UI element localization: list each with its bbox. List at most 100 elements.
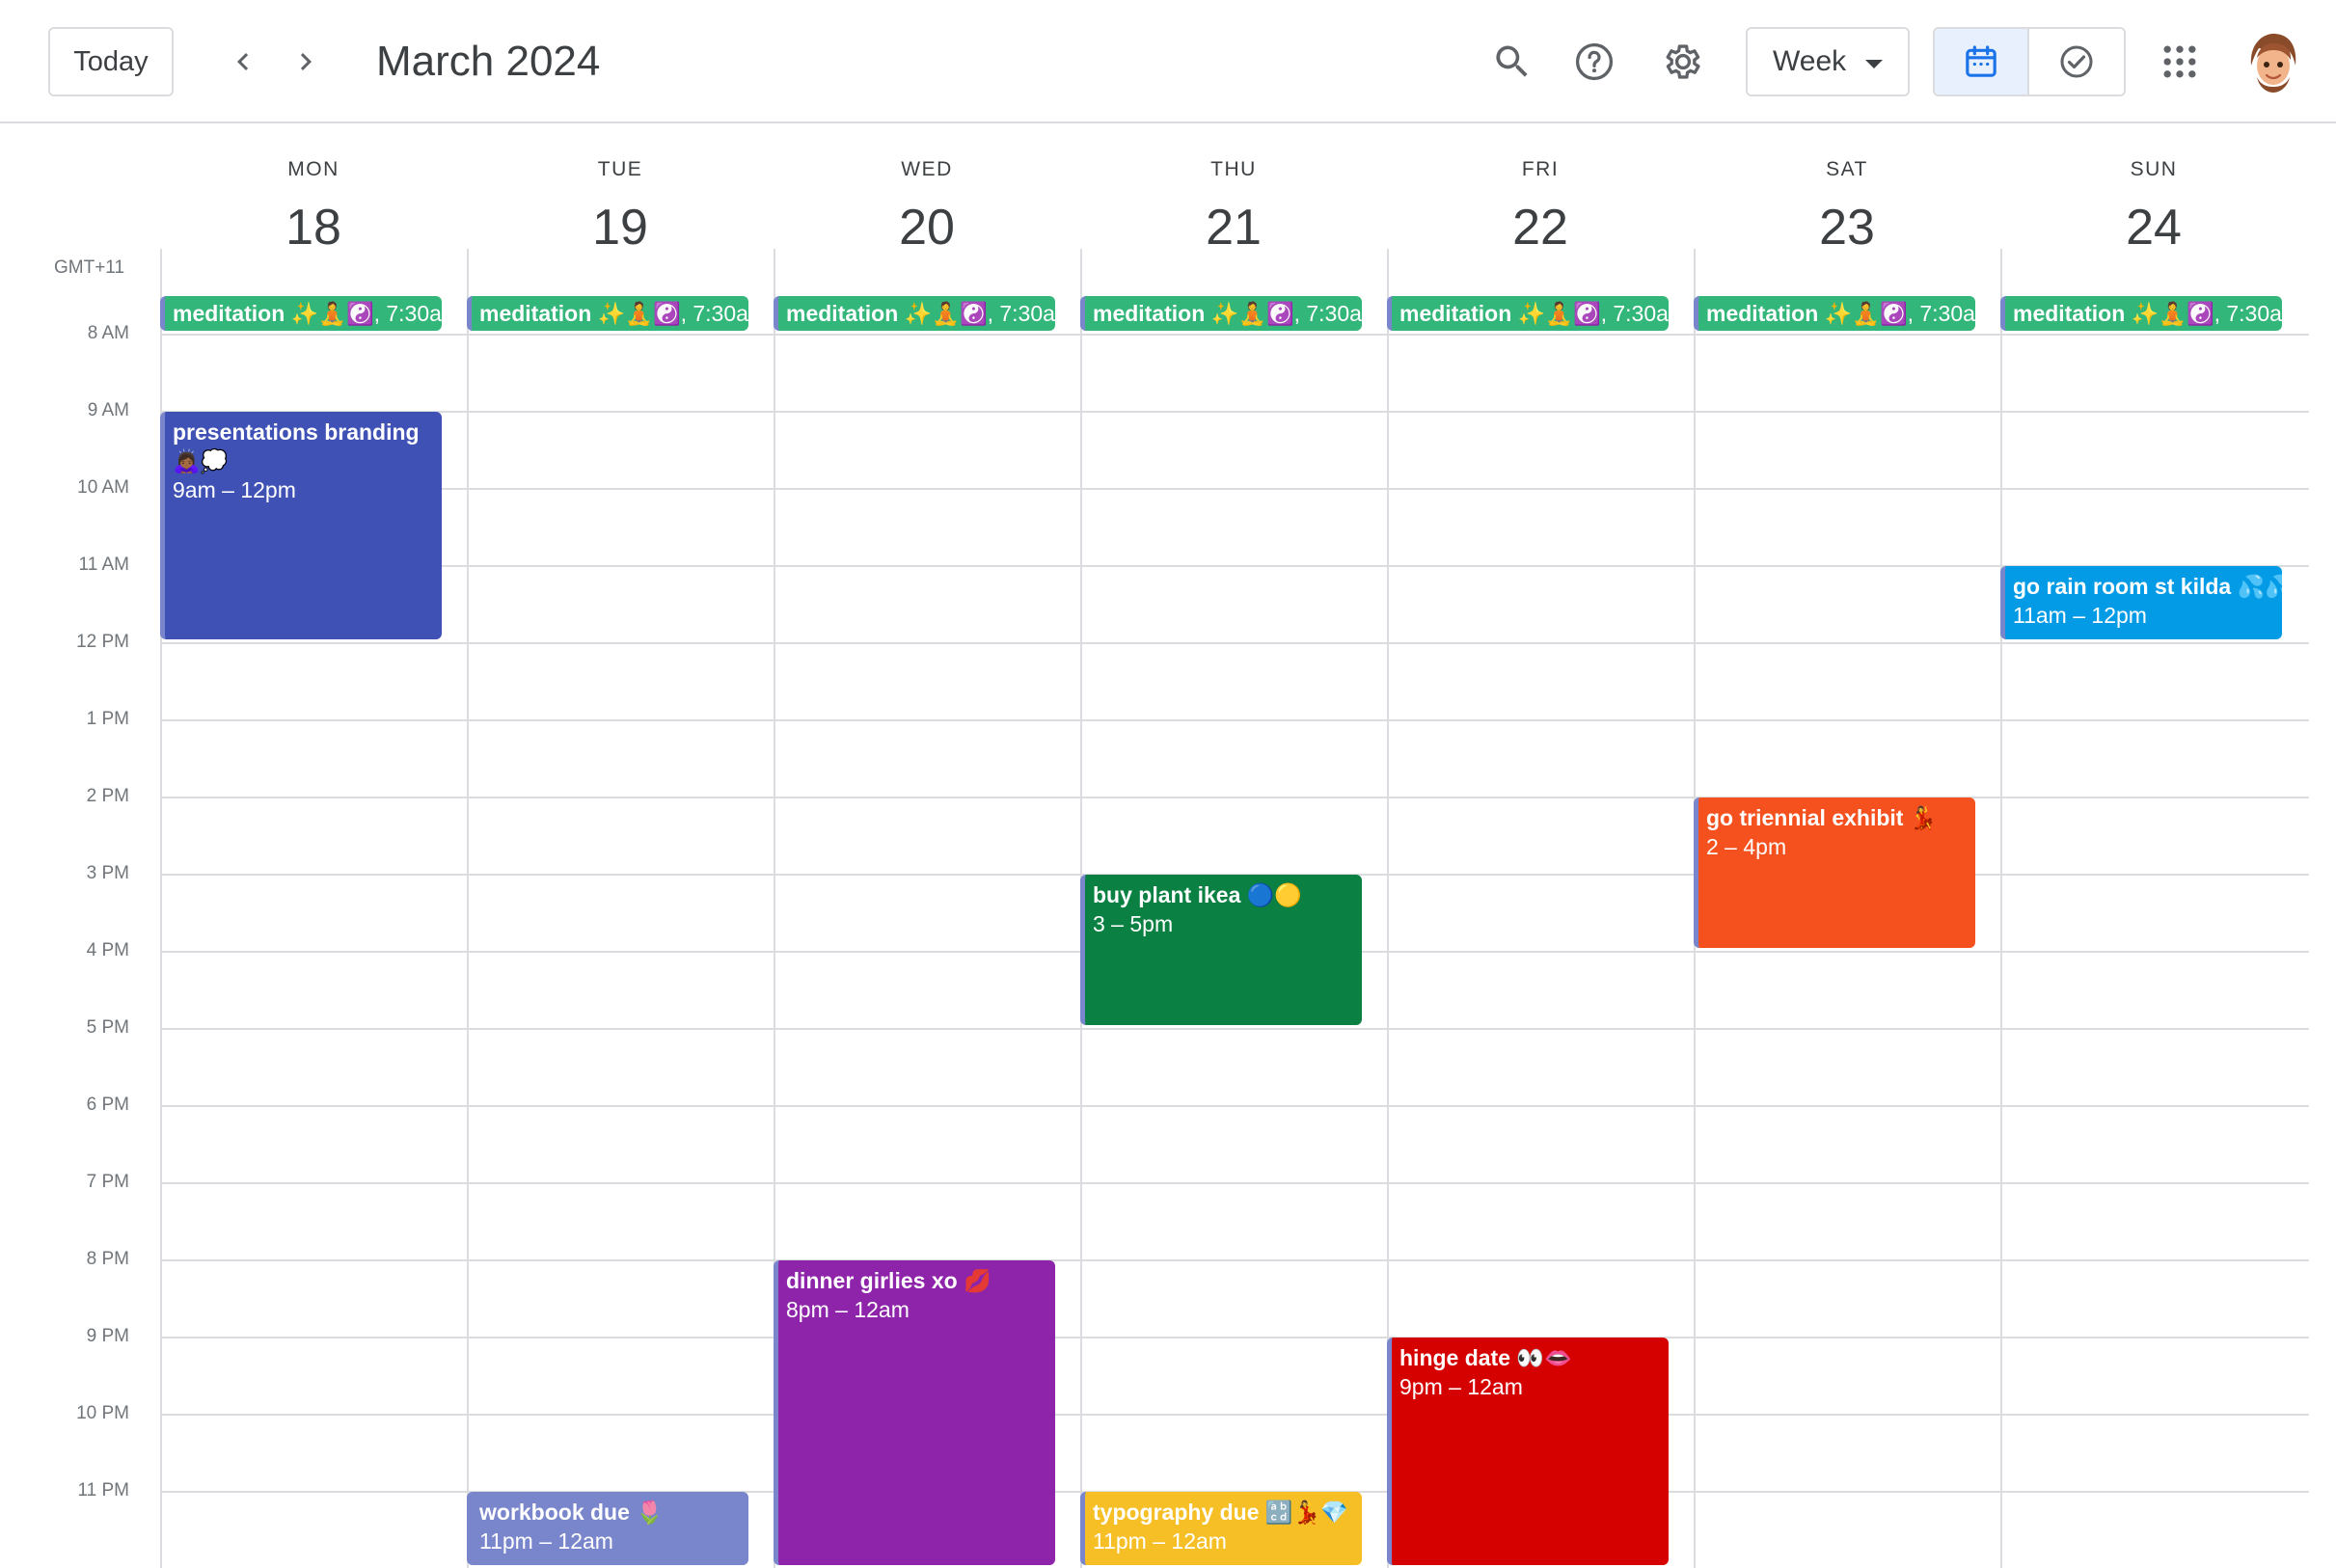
day-header-sun[interactable]: SUN 24 [2000,123,2307,287]
avatar[interactable] [2241,29,2305,93]
day-name: SAT [1826,158,1868,180]
hour-gridline [160,1337,2309,1338]
day-header-fri[interactable]: FRI 22 [1387,123,1694,287]
event-time: , 7:30am [1907,301,1975,326]
meditation-event-sat[interactable]: meditation ✨🧘☯️, 7:30am [1694,296,1975,331]
day-number[interactable]: 19 [467,199,774,257]
day-name: TUE [597,158,643,180]
event-title: meditation ✨🧘☯️ [1706,301,1908,326]
event-time: , 7:30am [1600,301,1669,326]
event-time: 9pm – 12am [1399,1374,1523,1399]
day-gridline [2000,249,2002,1568]
event-hinge-date[interactable]: hinge date 👀👄 9pm – 12am [1387,1338,1669,1565]
previous-week-button[interactable] [216,35,270,89]
event-title: hinge date 👀👄 [1399,1345,1572,1370]
event-time: 11pm – 12am [479,1528,613,1554]
day-number[interactable]: 18 [160,199,467,257]
avatar-image [2241,29,2305,93]
day-number[interactable]: 21 [1080,199,1387,257]
hour-label: 1 PM [86,709,129,729]
event-title: typography due 🔡💃💎 [1093,1500,1348,1525]
next-week-button[interactable] [279,35,333,89]
calendar-view-toggle[interactable] [1935,29,2030,95]
day-number[interactable]: 20 [774,199,1080,257]
event-rain-room[interactable]: go rain room st kilda 💦💦 11am – 12pm [2000,566,2282,639]
event-buy-plant-ikea[interactable]: buy plant ikea 🔵🟡 3 – 5pm [1080,875,1362,1025]
event-title: meditation ✨🧘☯️ [2013,301,2214,326]
event-title: go triennial exhibit 💃 [1706,805,1938,830]
day-number[interactable]: 22 [1387,199,1694,257]
calendar-header: Today March 2024 Week [0,0,2336,123]
meditation-event-thu[interactable]: meditation ✨🧘☯️, 7:30am [1080,296,1362,331]
settings-button[interactable] [1648,27,1718,96]
hour-gridline [160,1414,2309,1416]
view-selector-label: Week [1773,45,1847,77]
caret-down-icon [1865,60,1883,68]
meditation-event-fri[interactable]: meditation ✨🧘☯️, 7:30am [1387,296,1669,331]
event-triennial-exhibit[interactable]: go triennial exhibit 💃 2 – 4pm [1694,798,1975,948]
hour-label: 10 AM [77,477,129,498]
event-presentations-branding[interactable]: presentations branding 🙇🏾‍♀️💭 9am – 12pm [160,412,442,639]
day-header-mon[interactable]: MON 18 [160,123,467,287]
day-header-wed[interactable]: WED 20 [774,123,1080,287]
day-gridline [467,249,469,1568]
hour-gridline [160,642,2309,644]
hour-label: 9 AM [87,400,129,420]
hour-gridline [160,1182,2309,1184]
day-name: THU [1210,158,1257,180]
search-icon [1496,45,1528,77]
event-title: workbook due 🌷 [479,1500,664,1525]
meditation-event-sun[interactable]: meditation ✨🧘☯️, 7:30am [2000,296,2282,331]
event-time: 8pm – 12am [786,1297,910,1322]
event-time: 9am – 12pm [173,477,296,502]
event-title: meditation ✨🧘☯️ [1093,301,1294,326]
calendar-icon [1966,45,1996,77]
day-header-sat[interactable]: SAT 23 [1694,123,2000,287]
day-number[interactable]: 23 [1694,199,2000,257]
hour-label: 6 PM [86,1095,129,1115]
event-dinner-girlies[interactable]: dinner girlies xo 💋 8pm – 12am [774,1260,1055,1565]
month-title: March 2024 [376,38,601,85]
hour-label: 8 PM [86,1249,129,1269]
today-button[interactable]: Today [48,27,174,96]
meditation-event-wed[interactable]: meditation ✨🧘☯️, 7:30am [774,296,1055,331]
check-circle-icon [2060,45,2093,78]
timezone-label: GMT+11 [54,257,125,278]
day-number[interactable]: 24 [2000,199,2307,257]
view-selector-dropdown[interactable]: Week [1746,27,1910,96]
chevron-right-icon [300,53,312,70]
event-time: , 7:30am [987,301,1055,326]
day-header-thu[interactable]: THU 21 [1080,123,1387,287]
search-button[interactable] [1478,27,1547,96]
event-time: 2 – 4pm [1706,834,1787,859]
event-title: meditation ✨🧘☯️ [1399,301,1601,326]
hour-label: 9 PM [86,1326,129,1346]
hour-label: 12 PM [76,632,129,652]
help-button[interactable] [1560,27,1629,96]
event-typography-due[interactable]: typography due 🔡💃💎 11pm – 12am [1080,1492,1362,1565]
hour-gridline [160,1028,2309,1030]
event-time: , 7:30am [373,301,442,326]
apps-button[interactable] [2145,27,2214,96]
meditation-event-tue[interactable]: meditation ✨🧘☯️, 7:30am [467,296,748,331]
event-time: 11am – 12pm [2013,603,2147,628]
hour-label: 2 PM [86,786,129,806]
hour-label: 7 PM [86,1172,129,1192]
hour-label: 10 PM [76,1403,129,1423]
hour-label: 11 AM [78,554,129,575]
day-name: SUN [2130,158,2178,180]
hour-gridline [160,334,2309,336]
help-circle-icon [1575,42,1614,81]
week-grid[interactable]: meditation ✨🧘☯️, 7:30am meditation ✨🧘☯️,… [160,249,2309,1568]
day-header-tue[interactable]: TUE 19 [467,123,774,287]
hour-gridline [160,797,2309,798]
event-title: buy plant ikea 🔵🟡 [1093,882,1303,907]
tasks-view-toggle[interactable] [2029,29,2124,95]
event-time: , 7:30am [680,301,748,326]
day-name: FRI [1521,158,1560,180]
hour-label: 4 PM [86,940,129,960]
event-workbook-due[interactable]: workbook due 🌷 11pm – 12am [467,1492,748,1565]
hour-label: 8 AM [87,323,129,343]
meditation-event-mon[interactable]: meditation ✨🧘☯️, 7:30am [160,296,442,331]
event-time: , 7:30am [2214,301,2282,326]
